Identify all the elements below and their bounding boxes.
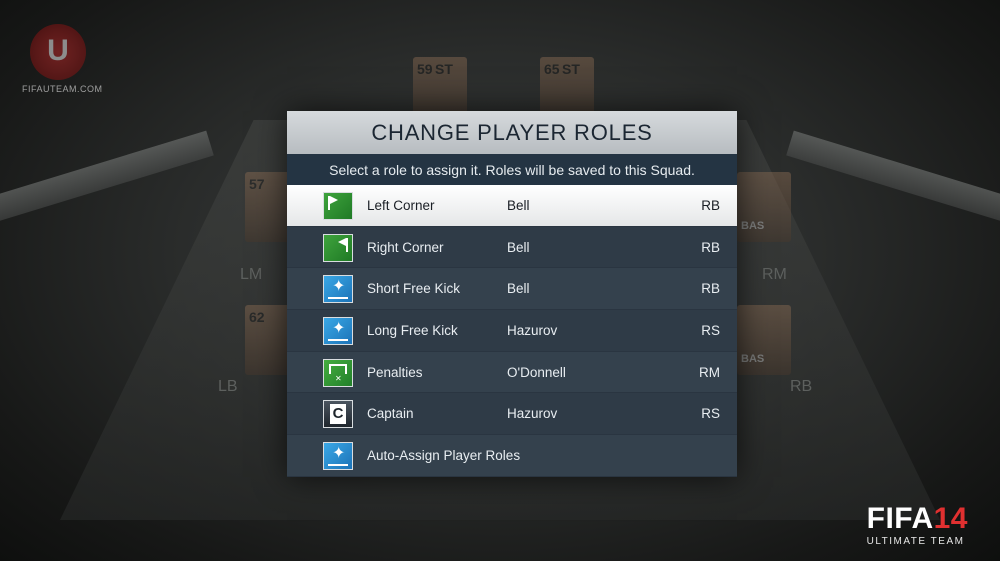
position-label: RB [790,378,813,395]
role-player: Bell [507,239,530,255]
watermark-logo: U [30,24,86,80]
role-row-short-free-kick[interactable]: ✦ Short Free Kick Bell RB [287,268,737,311]
stadium-rail-left [0,130,214,223]
card-rating: 59 [417,61,433,77]
dialog-header: CHANGE PLAYER ROLES [287,111,737,154]
role-label: Penalties [367,364,423,380]
role-position: RS [701,406,720,422]
watermark-text: FIFAUTEAM.COM [22,84,103,94]
dialog-subtitle: Select a role to assign it. Roles will b… [287,154,737,185]
role-position: RS [701,322,720,338]
card-rating: 62 [249,309,265,325]
fifa-14-logo: FIFA14 ULTIMATE TEAM [866,502,968,548]
role-row-penalties[interactable]: ✕ Penalties O'Donnell RM [287,351,737,394]
role-player: Hazurov [507,406,558,422]
left-corner-icon [323,192,353,220]
role-player: Bell [507,197,530,213]
position-label: RM [762,266,787,283]
role-position: RB [701,197,720,213]
role-player: Hazurov [507,322,558,338]
card-tag: BAS [741,220,765,232]
short-free-kick-icon: ✦ [323,275,353,304]
stadium-rail-right [786,130,1000,223]
role-label: Auto-Assign Player Roles [367,447,521,463]
role-label: Right Corner [367,239,444,255]
role-row-left-corner[interactable]: Left Corner Bell RB [287,185,737,227]
logo-game: FIFA [866,502,934,535]
dialog-title: CHANGE PLAYER ROLES [371,119,653,145]
right-corner-icon [323,233,353,262]
role-row-long-free-kick[interactable]: ✦ Long Free Kick Hazurov RS [287,310,737,352]
long-free-kick-icon: ✦ [323,317,353,346]
role-row-captain[interactable]: C Captain Hazurov RS [287,393,737,436]
change-player-roles-dialog: CHANGE PLAYER ROLES Select a role to ass… [287,111,737,477]
card-rating: 57 [249,176,265,192]
role-label: Captain [367,406,414,422]
background-player-card: BAS [737,172,791,242]
logo-subtitle: ULTIMATE TEAM [866,536,965,547]
role-label: Short Free Kick [367,281,461,297]
watermark-logo-letter: U [47,34,69,67]
background-player-card: BAS [737,305,791,375]
roles-list: Left Corner Bell RB Right Corner Bell RB… [287,185,737,477]
auto-assign-icon: ✦ [323,442,353,471]
logo-year: 14 [933,502,968,535]
card-rating: 65 [544,61,560,77]
role-position: RB [701,239,720,255]
role-label: Left Corner [367,197,435,213]
card-position: ST [562,61,580,77]
role-player: O'Donnell [507,364,566,380]
captain-icon: C [323,400,353,429]
game-screen: 59 ST 65 ST 57 62 BAS BAS LM RM LB RB U … [0,0,1000,561]
role-row-right-corner[interactable]: Right Corner Bell RB [287,226,737,269]
auto-assign-button[interactable]: ✦ Auto-Assign Player Roles [287,435,737,477]
position-label: LM [240,266,263,283]
role-player: Bell [507,281,530,297]
role-label: Long Free Kick [367,322,458,338]
role-position: RM [699,364,720,380]
card-position: ST [435,61,453,77]
penalty-icon: ✕ [323,358,353,387]
position-label: LB [218,378,238,395]
card-tag: BAS [741,353,765,365]
role-position: RB [701,281,720,297]
